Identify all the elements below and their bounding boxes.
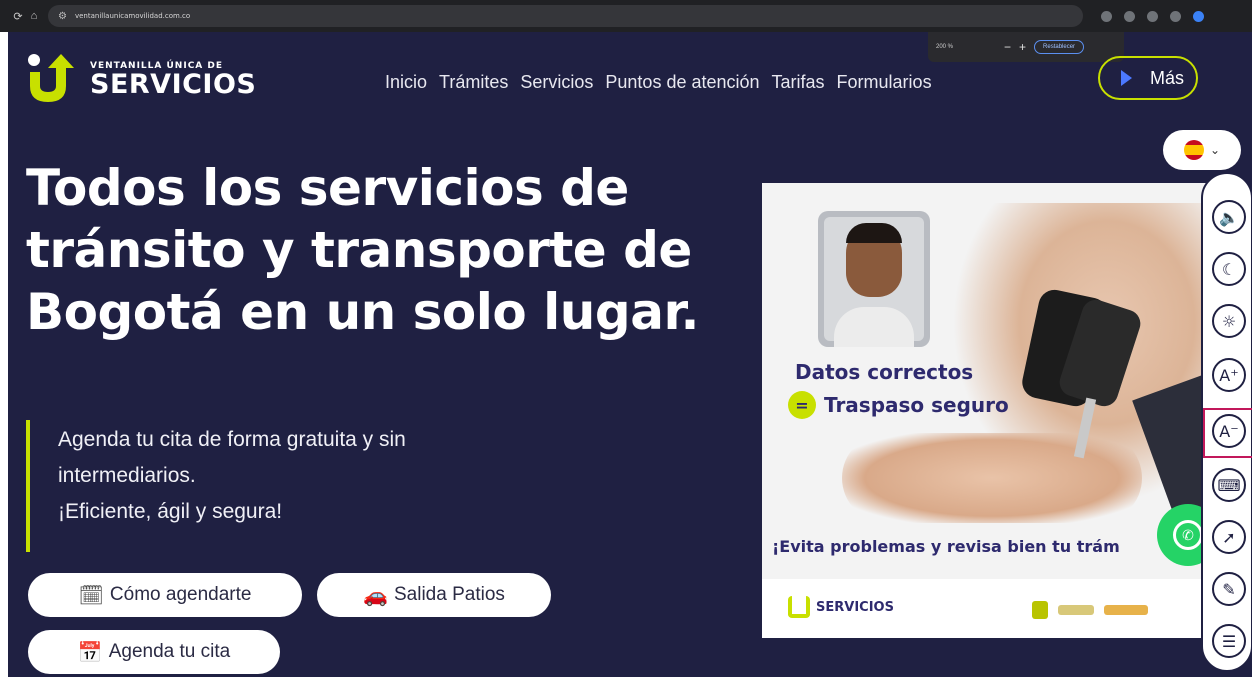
headline-line-1: Todos los servicios de xyxy=(26,159,629,217)
zoom-in-button[interactable]: + xyxy=(1019,40,1026,54)
calendar-clock-icon: 📅 xyxy=(77,641,103,664)
profile-icon[interactable] xyxy=(1101,10,1112,22)
logo-mark-icon xyxy=(28,54,74,102)
intro-accent-bar xyxy=(26,420,30,552)
intro-line-2: intermediarios. xyxy=(58,464,196,487)
accessibility-toolbar: 🔈 ☾ ☼ A⁺ A⁻ ⌨ ➚ ✎ ☰ xyxy=(1201,172,1252,672)
salida-patios-label: Salida Patios xyxy=(394,584,505,605)
keyboard-icon[interactable]: ⌨ xyxy=(1212,468,1246,502)
speaker-icon[interactable]: 🔈 xyxy=(1212,200,1246,234)
intro-line-1: Agenda tu cita de forma gratuita y sin xyxy=(58,428,406,451)
nav-item-formularios[interactable]: Formularios xyxy=(837,72,932,93)
extensions-area xyxy=(1101,10,1204,22)
spain-flag-icon xyxy=(1183,140,1204,160)
cursor-icon[interactable]: ➚ xyxy=(1212,520,1246,554)
promo-footer-logo: SERVICIOS xyxy=(788,596,894,618)
play-icon xyxy=(1120,70,1132,86)
whatsapp-icon: ✆ xyxy=(1173,520,1203,550)
receiving-hand-image xyxy=(842,433,1142,523)
movilidad-seal-icon xyxy=(1058,605,1094,615)
promo-card[interactable]: Datos correctos = Traspaso seguro ¡Evita… xyxy=(762,183,1210,638)
site-logo[interactable]: VENTANILLA ÚNICA DE SERVICIOS xyxy=(26,52,256,108)
text-increase-icon[interactable]: A⁺ xyxy=(1212,358,1246,392)
sidebar-icon[interactable] xyxy=(1170,10,1181,22)
bookmark-icon[interactable] xyxy=(1124,10,1135,22)
nav-item-tarifas[interactable]: Tarifas xyxy=(772,72,825,93)
promo-bottom-text: ¡Evita problemas y revisa bien tu trám xyxy=(772,537,1120,556)
zoom-reset-button[interactable]: Restablecer xyxy=(1034,40,1085,54)
address-bar[interactable]: ⚙ ventanillaunicamovilidad.com.co xyxy=(48,5,1083,27)
logo-mark-icon xyxy=(788,596,810,618)
zoom-popup: 200 % − + Restablecer xyxy=(928,32,1124,62)
main-nav: Inicio Trámites Servicios Puntos de aten… xyxy=(385,72,932,93)
nav-item-tramites[interactable]: Trámites xyxy=(439,72,508,93)
promo-line-2: = Traspaso seguro xyxy=(788,391,1009,419)
como-agendarte-label: Cómo agendarte xyxy=(109,584,252,605)
equals-icon: = xyxy=(788,391,816,419)
como-agendarte-button[interactable]: 🗓 Cómo agendarte xyxy=(28,573,302,617)
government-seals xyxy=(1032,601,1148,619)
logo-big-text: SERVICIOS xyxy=(90,69,257,100)
salida-patios-button[interactable]: 🚗 Salida Patios xyxy=(317,573,551,617)
agenda-cita-label: Agenda tu cita xyxy=(108,641,231,662)
url-text: ventanillaunicamovilidad.com.co xyxy=(74,12,191,20)
reload-icon[interactable]: ⟳ xyxy=(10,10,26,23)
nav-item-servicios[interactable]: Servicios xyxy=(520,72,593,93)
hero-headline: Todos los servicios de tránsito y transp… xyxy=(26,157,699,343)
line-spacing-icon[interactable]: ☰ xyxy=(1212,624,1246,658)
extension-icon[interactable] xyxy=(1147,10,1158,22)
sun-icon[interactable]: ☼ xyxy=(1212,304,1246,338)
nav-item-puntos[interactable]: Puntos de atención xyxy=(605,72,759,93)
bogota-shield-icon xyxy=(1032,601,1048,619)
account-icon[interactable] xyxy=(1193,10,1204,22)
site-info-icon[interactable]: ⚙ xyxy=(58,11,67,22)
sign-language-icon[interactable]: ✎ xyxy=(1212,572,1246,606)
moon-icon[interactable]: ☾ xyxy=(1212,252,1246,286)
bogota-logo-icon xyxy=(1104,605,1148,615)
tow-car-icon: 🚗 xyxy=(363,584,388,607)
promo-line-2-text: Traspaso seguro xyxy=(824,393,1009,417)
intro-line-3: ¡Eficiente, ágil y segura! xyxy=(58,500,283,523)
nav-item-inicio[interactable]: Inicio xyxy=(385,72,427,93)
person-photo xyxy=(818,211,930,347)
headline-line-3: Bogotá en un solo lugar. xyxy=(26,283,699,341)
promo-line-1: Datos correctos xyxy=(795,360,974,384)
page: 200 % − + Restablecer VENTANILLA ÚNICA D… xyxy=(8,32,1252,677)
chevron-down-icon: ⌄ xyxy=(1209,143,1221,157)
zoom-out-button[interactable]: − xyxy=(1004,40,1011,54)
home-icon[interactable]: ⌂ xyxy=(26,10,42,22)
promo-footer-logo-text: SERVICIOS xyxy=(816,599,894,615)
headline-line-2: tránsito y transporte de xyxy=(26,221,692,279)
calendar-check-icon: 🗓 xyxy=(78,584,104,607)
zoom-level: 200 % xyxy=(936,44,954,50)
intro-text: Agenda tu cita de forma gratuita y sin i… xyxy=(58,422,406,530)
more-menu-button[interactable]: Más xyxy=(1098,56,1198,100)
text-decrease-icon[interactable]: A⁻ xyxy=(1212,414,1246,448)
agenda-cita-button[interactable]: 📅 Agenda tu cita xyxy=(28,630,280,674)
more-label: Más xyxy=(1149,67,1184,88)
browser-toolbar: ⟳ ⌂ ⚙ ventanillaunicamovilidad.com.co xyxy=(0,0,1252,32)
language-selector[interactable]: ⌄ xyxy=(1163,130,1241,170)
